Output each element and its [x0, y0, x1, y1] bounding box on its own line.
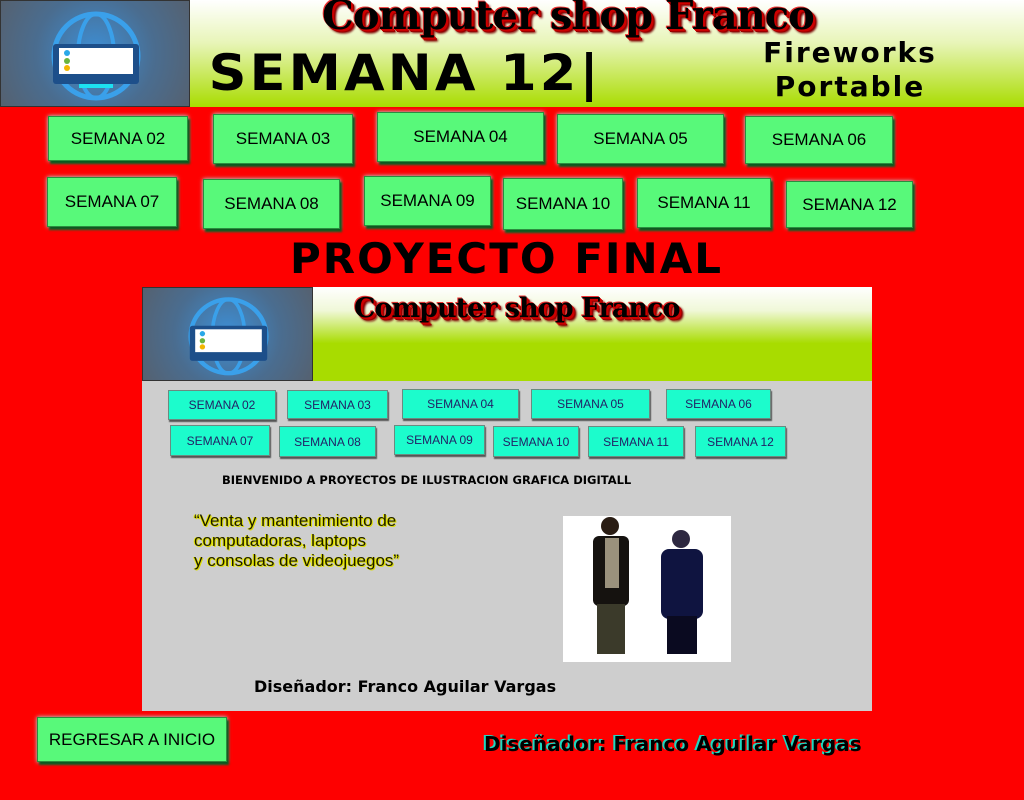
designer-credit: Diseñador: Franco Aguilar Vargas	[484, 732, 862, 756]
slogan-line-1: “Venta y mantenimiento de	[194, 511, 397, 530]
slogan-line-2: computadoras, laptops	[194, 531, 366, 550]
nav-semana-04[interactable]: SEMANA 04	[377, 112, 544, 162]
section-title: PROYECTO FINAL	[290, 234, 723, 283]
project-nav-semana-02[interactable]: SEMANA 02	[168, 390, 276, 420]
brand-title: Computer shop Franco	[322, 0, 815, 39]
nav-semana-08[interactable]: SEMANA 08	[203, 179, 340, 229]
project-nav-semana-07[interactable]: SEMANA 07	[170, 425, 270, 456]
project-nav-semana-05[interactable]: SEMANA 05	[531, 389, 650, 419]
project-logo	[142, 287, 313, 381]
project-nav-semana-09[interactable]: SEMANA 09	[394, 425, 485, 455]
nav-semana-07[interactable]: SEMANA 07	[47, 177, 177, 227]
software-line-1: Fireworks	[763, 36, 937, 69]
people-photo-icon	[593, 517, 703, 654]
nav-semana-11[interactable]: SEMANA 11	[637, 178, 771, 228]
nav-semana-06[interactable]: SEMANA 06	[745, 116, 893, 164]
project-screenshot: Computer shop Franco SEMANA 02 SEMANA 03…	[142, 287, 872, 711]
project-nav-semana-10[interactable]: SEMANA 10	[493, 426, 579, 457]
nav-semana-12[interactable]: SEMANA 12	[786, 181, 913, 228]
slogan-line-3: y consolas de videojuegos”	[194, 551, 400, 570]
nav-semana-10[interactable]: SEMANA 10	[503, 178, 623, 230]
nav-semana-03[interactable]: SEMANA 03	[213, 114, 353, 164]
week-title: SEMANA 12|	[208, 44, 602, 102]
nav-semana-09[interactable]: SEMANA 09	[364, 176, 491, 226]
project-nav-semana-06[interactable]: SEMANA 06	[666, 389, 771, 419]
project-nav-semana-03[interactable]: SEMANA 03	[287, 390, 388, 419]
project-nav-semana-04[interactable]: SEMANA 04	[402, 389, 519, 419]
project-nav-semana-12[interactable]: SEMANA 12	[695, 426, 786, 457]
nav-semana-05[interactable]: SEMANA 05	[557, 114, 724, 164]
software-line-2: Portable	[774, 70, 926, 103]
project-designer-credit: Diseñador: Franco Aguilar Vargas	[254, 677, 557, 696]
designer-photo	[563, 516, 731, 662]
logo	[0, 0, 190, 107]
project-nav-semana-08[interactable]: SEMANA 08	[279, 426, 376, 457]
software-title: Fireworks Portable	[735, 36, 965, 104]
monitor-globe-icon	[51, 11, 141, 101]
back-to-home-button[interactable]: REGRESAR A INICIO	[37, 717, 227, 762]
nav-semana-02[interactable]: SEMANA 02	[48, 116, 188, 161]
monitor-globe-icon	[188, 297, 269, 376]
slogan: “Venta y mantenimiento de computadoras, …	[194, 511, 399, 571]
project-nav-semana-11[interactable]: SEMANA 11	[588, 426, 684, 457]
project-brand-title: Computer shop Franco	[354, 293, 680, 324]
welcome-text: BIENVENIDO A PROYECTOS DE ILUSTRACION GR…	[222, 473, 632, 487]
